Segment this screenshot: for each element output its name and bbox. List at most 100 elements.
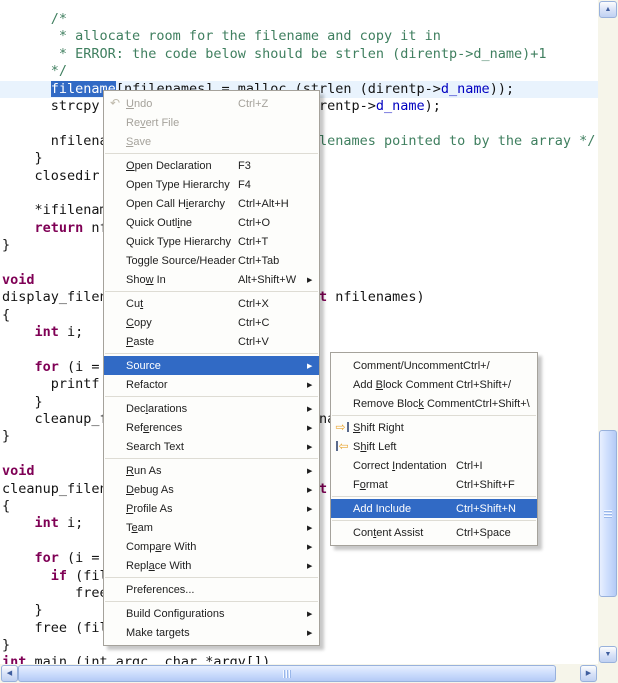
menu-shortcut: Ctrl+Shift+N: [456, 503, 525, 515]
menu-separator: [105, 458, 318, 459]
menu-item-label: Quick Outline: [126, 217, 238, 229]
menu-item-toggle-source-header[interactable]: Toggle Source/HeaderCtrl+Tab: [104, 251, 319, 270]
menu-item-add-include[interactable]: Add IncludeCtrl+Shift+N: [331, 499, 537, 518]
menu-item-preferences[interactable]: Preferences...: [104, 580, 319, 599]
menu-item-label: Compare With: [126, 541, 238, 553]
menu-item-team[interactable]: Team▶: [104, 518, 319, 537]
thumb-grip-icon: [604, 510, 612, 518]
menu-item-label: Make targets: [126, 627, 238, 639]
submenu-arrow-icon: ▶: [307, 505, 319, 513]
menu-item-label: Open Call Hierarchy: [126, 198, 238, 210]
menu-shortcut: Ctrl+I: [456, 460, 525, 472]
code-line: */: [0, 63, 598, 80]
shift-left-icon: ⇦: [331, 437, 353, 456]
submenu-arrow-icon: ▶: [307, 562, 319, 570]
menu-item-content-assist[interactable]: Content AssistCtrl+Space: [331, 523, 537, 542]
menu-item-quick-outline[interactable]: Quick OutlineCtrl+O: [104, 213, 319, 232]
menu-item-label: Shift Left: [353, 441, 456, 453]
scroll-right-button[interactable]: ▶: [580, 665, 597, 682]
menu-item-format[interactable]: FormatCtrl+Shift+F: [331, 475, 537, 494]
undo-icon: ↶: [104, 94, 126, 113]
menu-item-shift-left[interactable]: ⇦Shift Left: [331, 437, 537, 456]
menu-item-open-type-hierarchy[interactable]: Open Type HierarchyF4: [104, 175, 319, 194]
menu-item-open-call-hierarchy[interactable]: Open Call HierarchyCtrl+Alt+H: [104, 194, 319, 213]
menu-item-label: Format: [353, 479, 456, 491]
menu-shortcut: Ctrl+V: [238, 336, 307, 348]
menu-item-label: Open Type Hierarchy: [126, 179, 238, 191]
menu-item-label: Quick Type Hierarchy: [126, 236, 238, 248]
menu-shortcut: Ctrl+X: [238, 298, 307, 310]
submenu-arrow-icon: ▶: [307, 524, 319, 532]
menu-shortcut: Ctrl+Space: [456, 527, 525, 539]
menu-item-label: Save: [126, 136, 238, 148]
menu-item-cut[interactable]: CutCtrl+X: [104, 294, 319, 313]
menu-item-label: References: [126, 422, 238, 434]
menu-separator: [105, 353, 318, 354]
menu-separator: [105, 291, 318, 292]
menu-item-compare-with[interactable]: Compare With ▶: [104, 537, 319, 556]
menu-item-quick-type-hierarchy[interactable]: Quick Type HierarchyCtrl+T: [104, 232, 319, 251]
submenu-arrow-icon: ▶: [307, 543, 319, 551]
vertical-scroll-thumb[interactable]: [599, 430, 617, 597]
menu-separator: [105, 153, 318, 154]
menu-shortcut: F4: [238, 179, 307, 191]
menu-item-references[interactable]: References▶: [104, 418, 319, 437]
menu-item-build-configurations[interactable]: Build Configurations▶: [104, 604, 319, 623]
menu-separator: [105, 396, 318, 397]
right-arrow-icon: ▶: [586, 669, 591, 677]
horizontal-scrollbar[interactable]: ◀ ▶: [0, 664, 598, 683]
menu-item-label: Shift Right: [353, 422, 456, 434]
menu-shortcut: Ctrl+T: [238, 236, 307, 248]
menu-item-remove-block-comment[interactable]: Remove Block CommentCtrl+Shift+\: [331, 394, 537, 413]
menu-shortcut: Ctrl+Tab: [238, 255, 307, 267]
menu-item-show-in[interactable]: Show InAlt+Shift+W▶: [104, 270, 319, 289]
horizontal-scroll-thumb[interactable]: [18, 665, 556, 682]
left-arrow-icon: ◀: [7, 669, 12, 677]
menu-item-run-as[interactable]: Run As▶: [104, 461, 319, 480]
code-line: * allocate room for the filename and cop…: [0, 28, 598, 45]
menu-separator: [105, 601, 318, 602]
menu-item-replace-with[interactable]: Replace With▶: [104, 556, 319, 575]
menu-shortcut: Ctrl+Shift+/: [456, 379, 525, 391]
menu-item-copy[interactable]: CopyCtrl+C: [104, 313, 319, 332]
menu-item-refactor[interactable]: Refactor▶: [104, 375, 319, 394]
submenu-arrow-icon: ▶: [307, 629, 319, 637]
menu-item-comment-uncomment[interactable]: Comment/UncommentCtrl+/: [331, 356, 537, 375]
menu-item-label: Add Block Comment: [353, 379, 456, 391]
vertical-scrollbar[interactable]: ▲ ▼: [598, 0, 618, 664]
menu-separator: [332, 496, 536, 497]
scroll-left-button[interactable]: ◀: [1, 665, 18, 682]
scroll-up-button[interactable]: ▲: [599, 1, 617, 18]
menu-item-debug-as[interactable]: Debug As▶: [104, 480, 319, 499]
menu-item-profile-as[interactable]: Profile As ▶: [104, 499, 319, 518]
submenu-arrow-icon: ▶: [307, 443, 319, 451]
menu-item-open-declaration[interactable]: Open DeclarationF3: [104, 156, 319, 175]
eclipse-editor-window: /* * allocate room for the filename and …: [0, 0, 618, 683]
submenu-arrow-icon: ▶: [307, 276, 319, 284]
menu-item-revert-file[interactable]: Revert File: [104, 113, 319, 132]
menu-item-label: Declarations: [126, 403, 238, 415]
menu-separator: [332, 520, 536, 521]
scroll-down-button[interactable]: ▼: [599, 646, 617, 663]
menu-item-save[interactable]: Save: [104, 132, 319, 151]
menu-item-label: Cut: [126, 298, 238, 310]
menu-shortcut: Ctrl+Shift+F: [456, 479, 525, 491]
menu-item-shift-right[interactable]: ⇨Shift Right: [331, 418, 537, 437]
menu-item-declarations[interactable]: Declarations▶: [104, 399, 319, 418]
menu-item-label: Revert File: [126, 117, 238, 129]
menu-item-undo[interactable]: ↶UndoCtrl+Z: [104, 94, 319, 113]
menu-item-correct-indentation[interactable]: Correct IndentationCtrl+I: [331, 456, 537, 475]
menu-item-make-targets[interactable]: Make targets ▶: [104, 623, 319, 642]
menu-item-label: Profile As: [126, 503, 238, 515]
menu-item-paste[interactable]: PasteCtrl+V: [104, 332, 319, 351]
menu-item-label: Preferences...: [126, 584, 238, 596]
menu-item-search-text[interactable]: Search Text▶: [104, 437, 319, 456]
code-line: /*: [0, 11, 598, 28]
down-arrow-icon: ▼: [605, 650, 612, 658]
menu-shortcut: Ctrl+Shift+\: [475, 398, 530, 410]
submenu-arrow-icon: ▶: [307, 610, 319, 618]
menu-item-add-block-comment[interactable]: Add Block CommentCtrl+Shift+/: [331, 375, 537, 394]
menu-shortcut: Ctrl+Alt+H: [238, 198, 307, 210]
menu-item-source[interactable]: Source▶: [104, 356, 319, 375]
menu-item-label: Open Declaration: [126, 160, 238, 172]
